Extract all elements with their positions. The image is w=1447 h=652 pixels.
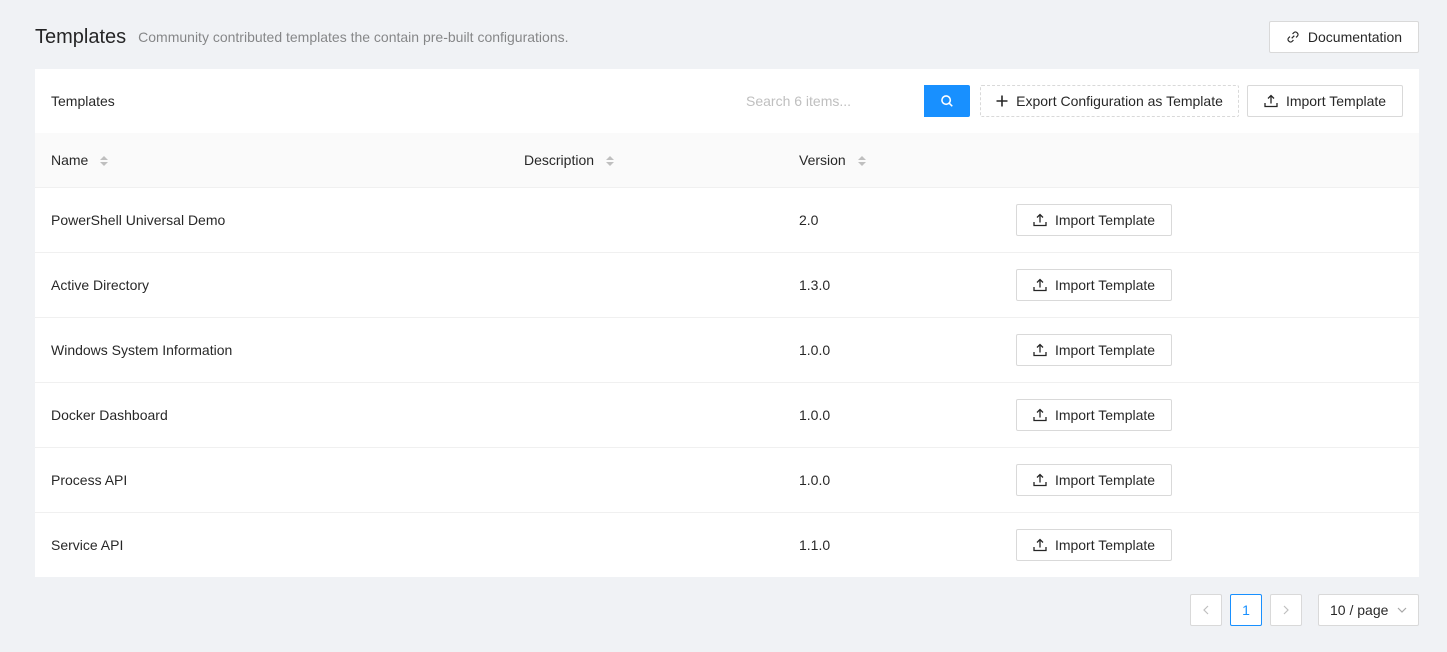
documentation-label: Documentation	[1307, 29, 1403, 45]
row-import-template-button[interactable]: Import Template	[1016, 268, 1172, 301]
cell-actions: Import Template	[1000, 382, 1419, 448]
page-title: Templates	[35, 25, 127, 48]
cell-version: 1.0.0	[783, 382, 1000, 448]
row-import-template-button[interactable]: Import Template	[1016, 463, 1172, 496]
cell-version: 2.0	[783, 187, 1000, 253]
pagination-page-1[interactable]: 1	[1230, 594, 1262, 626]
upload-icon	[1033, 278, 1047, 291]
cell-actions: Import Template	[1000, 187, 1419, 253]
page-header: Templates Community contributed template…	[35, 21, 1419, 53]
link-icon	[1287, 31, 1299, 43]
search-button[interactable]	[924, 85, 970, 117]
column-header-label: Description	[524, 151, 595, 168]
table-row: PowerShell Universal Demo 2.0 Import Tem…	[35, 187, 1419, 253]
export-label: Export Configuration as Template	[1016, 93, 1223, 109]
table-header-row: Name Description Version	[35, 133, 1419, 188]
cell-description	[508, 187, 783, 253]
column-header-actions	[1000, 133, 1419, 188]
chevron-down-icon	[1397, 607, 1407, 613]
upload-icon	[1033, 538, 1047, 551]
chevron-left-icon	[1203, 605, 1209, 615]
cell-name: Windows System Information	[35, 317, 508, 383]
row-import-label: Import Template	[1054, 406, 1156, 423]
pagination-prev-button[interactable]	[1190, 594, 1222, 626]
cell-actions: Import Template	[1000, 317, 1419, 383]
row-import-label: Import Template	[1054, 471, 1156, 488]
cell-version: 1.1.0	[799, 536, 831, 553]
table-row: Docker Dashboard 1.0.0 Import Template	[35, 382, 1419, 448]
cell-version: 1.0.0	[783, 317, 1000, 383]
sort-icon	[857, 156, 866, 167]
row-import-template-button[interactable]: Import Template	[1016, 398, 1172, 431]
sort-icon	[100, 156, 109, 167]
upload-icon	[1033, 343, 1047, 356]
upload-icon	[1033, 473, 1047, 486]
column-header-name[interactable]: Name	[35, 133, 508, 188]
cell-description	[508, 447, 783, 513]
search-input[interactable]	[734, 85, 924, 117]
cell-description	[508, 512, 783, 577]
cell-description	[508, 382, 783, 448]
pagination-next-button[interactable]	[1270, 594, 1302, 626]
cell-version: 1.3.0	[783, 252, 1000, 318]
page-subtitle: Community contributed templates the cont…	[138, 29, 569, 45]
row-import-template-button[interactable]: Import Template	[1016, 528, 1172, 561]
import-label: Import Template	[1285, 93, 1387, 109]
page-size-value: 10 / page	[1330, 602, 1389, 618]
row-import-label: Import Template	[1054, 536, 1156, 553]
cell-actions: Import Template	[1000, 447, 1419, 513]
column-header-label: Name	[51, 151, 89, 168]
cell-actions: Import Template	[1000, 512, 1419, 577]
column-header-description[interactable]: Description	[508, 133, 783, 188]
plus-icon	[996, 95, 1008, 107]
cell-version: 1.0.0	[783, 447, 1000, 513]
chevron-right-icon	[1283, 605, 1289, 615]
table-body: PowerShell Universal Demo 2.0 Import Tem…	[35, 187, 1419, 577]
column-header-version[interactable]: Version	[783, 133, 1000, 188]
table-row: Process API 1.0.0 Import Template	[35, 447, 1419, 513]
row-import-template-button[interactable]: Import Template	[1016, 333, 1172, 366]
search-icon	[941, 95, 953, 107]
row-import-label: Import Template	[1054, 341, 1156, 358]
upload-icon	[1264, 94, 1278, 108]
cell-name: Docker Dashboard	[35, 382, 508, 448]
column-header-label: Version	[799, 151, 846, 168]
table-row: Service API 1.1.0 Import Template	[35, 512, 1419, 577]
cell-description	[508, 252, 783, 318]
table-toolbar: Templates Export Configuration as Templa…	[35, 69, 1419, 133]
page-size-select[interactable]: 10 / page	[1318, 594, 1419, 626]
table-row: Windows System Information 1.0.0 Import …	[35, 317, 1419, 383]
documentation-button[interactable]: Documentation	[1269, 21, 1419, 53]
export-configuration-button[interactable]: Export Configuration as Template	[980, 85, 1239, 117]
templates-card: Templates Export Configuration as Templa…	[35, 69, 1419, 577]
row-import-template-button[interactable]: Import Template	[1016, 203, 1172, 236]
row-import-label: Import Template	[1054, 211, 1156, 228]
import-template-button[interactable]: Import Template	[1247, 85, 1403, 117]
cell-actions: Import Template	[1000, 252, 1419, 318]
cell-name: Process API	[35, 447, 508, 513]
cell-description	[508, 317, 783, 383]
templates-table: Name Description Version PowerShell Univ…	[35, 133, 1419, 577]
cell-name: Active Directory	[35, 252, 508, 318]
row-import-label: Import Template	[1054, 276, 1156, 293]
toolbar-title: Templates	[51, 93, 115, 109]
toolbar-actions: Export Configuration as Template Import …	[734, 85, 1403, 117]
pagination: 1 10 / page	[1190, 594, 1419, 626]
cell-name: PowerShell Universal Demo	[35, 187, 508, 253]
sort-icon	[605, 156, 614, 167]
cell-name: Service API	[51, 536, 124, 553]
table-row: Active Directory 1.3.0 Import Template	[35, 252, 1419, 318]
upload-icon	[1033, 213, 1047, 226]
upload-icon	[1033, 408, 1047, 421]
